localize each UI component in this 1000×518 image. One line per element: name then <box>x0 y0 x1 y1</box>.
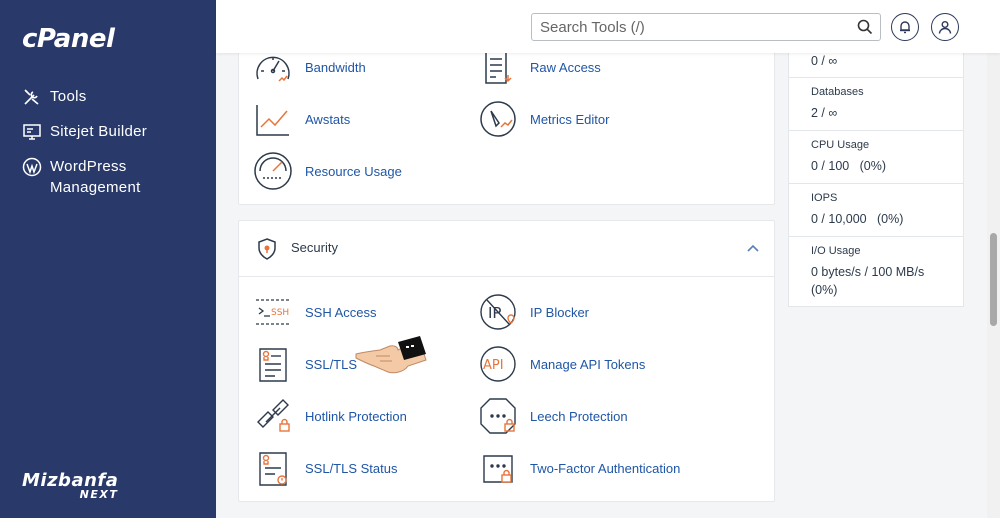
tool-hotlink-protection[interactable]: Hotlink Protection <box>253 396 407 436</box>
tool-raw-access[interactable]: Raw Access <box>478 47 601 87</box>
tool-label: Leech Protection <box>530 408 628 424</box>
tool-label: Two-Factor Authentication <box>530 460 681 476</box>
sidebar-item-wordpress[interactable]: WordPress Management <box>22 156 170 198</box>
brand-logo: Mizbanfa NEXT <box>22 470 118 501</box>
tool-label: SSL/TLS <box>305 356 358 372</box>
stat-io-usage: I/O Usage 0 bytes/s / 100 MB/s (0%) <box>789 237 963 307</box>
tool-leech-protection[interactable]: Leech Protection <box>478 396 628 436</box>
stat-name[interactable]: Databases <box>811 86 963 98</box>
stat-databases: Databases 2 / ∞ <box>789 78 963 131</box>
tool-label: Hotlink Protection <box>305 408 407 424</box>
tool-label: Awstats <box>305 111 351 127</box>
sidebar-item-label: Tools <box>50 88 87 105</box>
stat-value: 2 / ∞ <box>811 106 838 120</box>
stat-value: 0 / 100 (0%) <box>811 159 887 173</box>
stat-value: 0 bytes/s / 100 MB/s (0%) <box>811 265 925 297</box>
tool-ssl-tls[interactable]: SSL/TLS <box>253 344 357 384</box>
tool-label: Bandwidth <box>305 59 366 75</box>
metrics-editor-icon <box>480 101 516 137</box>
ssl-tls-icon <box>259 348 287 382</box>
sitejet-icon <box>23 124 41 140</box>
tool-ip-blocker[interactable]: IP IP Blocker <box>478 292 589 332</box>
ssh-icon: SSH <box>256 299 290 325</box>
two-factor-icon <box>483 455 513 483</box>
user-menu-button[interactable] <box>931 13 959 41</box>
raw-access-icon <box>485 50 512 84</box>
chevron-up-icon[interactable] <box>747 244 759 252</box>
search-input[interactable] <box>532 14 842 40</box>
sidebar-item-tools[interactable]: Tools <box>22 86 170 107</box>
tool-two-factor-authentication[interactable]: Two-Factor Authentication <box>478 448 680 488</box>
metrics-card: Bandwidth Raw Access Awstats Metrics Edi… <box>238 30 775 205</box>
cpanel-logo[interactable]: cPanel <box>22 24 115 54</box>
svg-text:IP: IP <box>488 304 501 322</box>
security-card: Security SSH SSH Access IP IP Blocker SS… <box>238 220 775 502</box>
wordpress-icon <box>22 157 42 177</box>
tool-awstats[interactable]: Awstats <box>253 99 350 139</box>
sidebar-nav: Tools Sitejet Builder WordPress Manageme… <box>22 86 170 212</box>
search-box <box>531 13 881 41</box>
resource-usage-icon <box>254 152 292 190</box>
tool-metrics-editor[interactable]: Metrics Editor <box>478 99 609 139</box>
tool-label: IP Blocker <box>530 304 590 320</box>
bandwidth-icon <box>256 56 290 82</box>
tool-label: SSH Access <box>305 304 377 320</box>
hotlink-icon <box>257 399 290 432</box>
ssl-status-icon <box>259 452 287 486</box>
sidebar-item-label: Sitejet Builder <box>50 123 148 140</box>
pointing-hand-icon <box>355 336 427 374</box>
ip-blocker-icon: IP <box>480 294 516 330</box>
tools-icon <box>24 89 39 105</box>
page-scrollbar[interactable] <box>987 53 1000 518</box>
security-section-header[interactable]: Security <box>239 221 774 277</box>
user-icon <box>938 21 952 34</box>
stat-iops: IOPS 0 / 10,000 (0%) <box>789 184 963 237</box>
tool-ssh-access[interactable]: SSH SSH Access <box>253 292 377 332</box>
tool-label: Manage API Tokens <box>530 356 646 372</box>
stat-value: 0 / 10,000 (0%) <box>811 212 904 226</box>
tool-manage-api-tokens[interactable]: API Manage API Tokens <box>478 344 645 384</box>
api-tokens-icon: API <box>480 346 516 382</box>
tool-label: Raw Access <box>530 59 601 75</box>
search-icon[interactable] <box>857 19 873 35</box>
stat-name[interactable]: IOPS <box>811 192 963 204</box>
bell-icon <box>900 21 910 34</box>
stat-name[interactable]: I/O Usage <box>811 245 945 257</box>
svg-text:API: API <box>483 358 504 373</box>
leech-icon <box>480 398 516 434</box>
tool-ssl-tls-status[interactable]: SSL/TLS Status <box>253 448 398 488</box>
stat-cpu-usage: CPU Usage 0 / 100 (0%) <box>789 131 963 184</box>
sidebar: cPanel Tools Sitejet Builder WordPress M… <box>0 0 216 518</box>
sidebar-item-sitejet[interactable]: Sitejet Builder <box>22 121 170 142</box>
awstats-icon <box>256 105 289 136</box>
tool-label: Metrics Editor <box>530 111 610 127</box>
stat-name[interactable]: CPU Usage <box>811 139 963 151</box>
svg-text:SSH: SSH <box>271 308 289 318</box>
section-title: Security <box>291 240 338 255</box>
stat-value: 0 / ∞ <box>811 54 838 68</box>
scrollbar-thumb[interactable] <box>990 233 997 326</box>
tool-resource-usage[interactable]: Resource Usage <box>253 151 402 191</box>
tool-label: Resource Usage <box>305 163 402 179</box>
sidebar-item-label: WordPress Management <box>50 158 141 196</box>
notifications-button[interactable] <box>891 13 919 41</box>
shield-icon <box>258 238 276 260</box>
top-bar <box>216 0 1000 53</box>
tool-label: SSL/TLS Status <box>305 460 398 476</box>
tool-bandwidth[interactable]: Bandwidth <box>253 47 366 87</box>
